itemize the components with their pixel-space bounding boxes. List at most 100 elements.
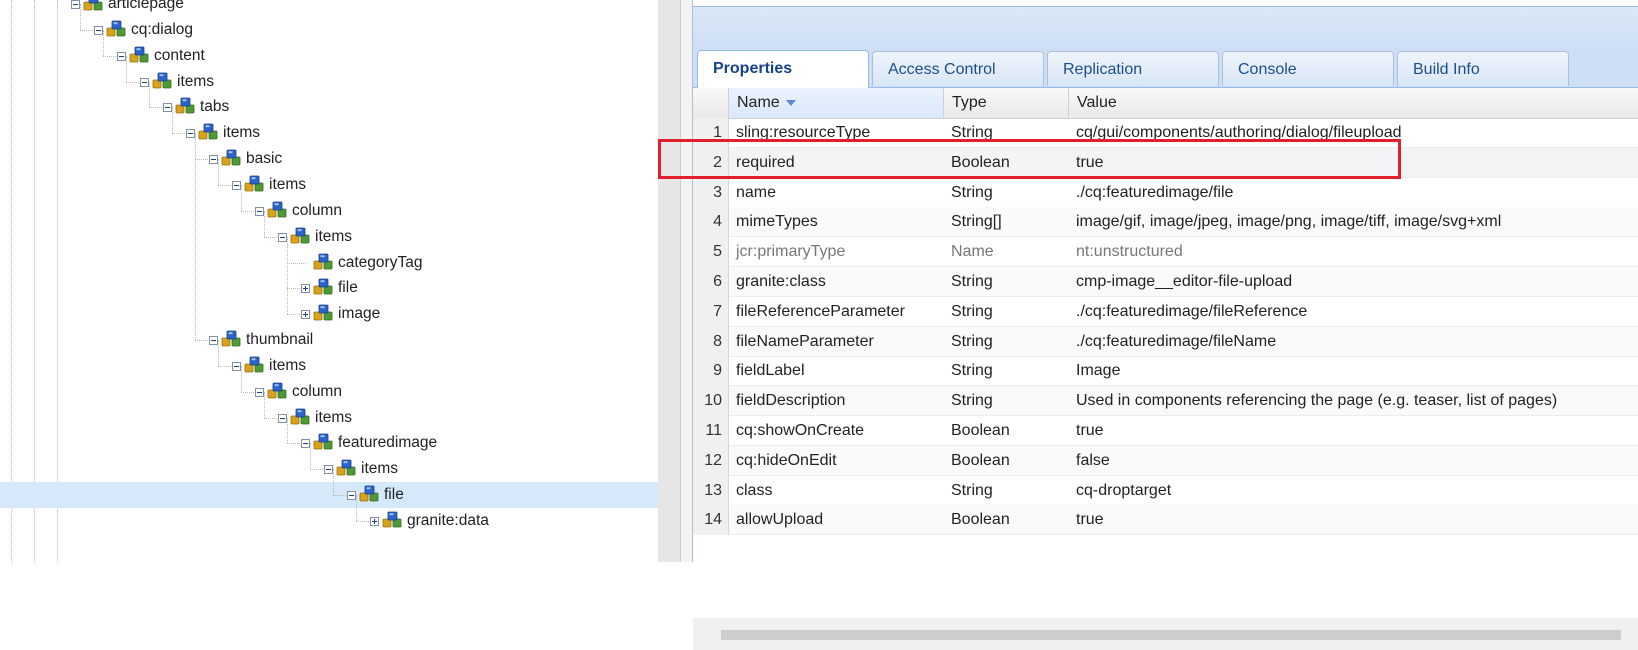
- collapse-icon[interactable]: [140, 77, 149, 87]
- tree-node[interactable]: items: [139, 69, 399, 95]
- node-icon: [129, 46, 151, 64]
- tree-node[interactable]: column: [254, 198, 514, 224]
- collapse-icon[interactable]: [278, 413, 287, 423]
- tree-node[interactable]: items: [277, 405, 537, 431]
- collapse-icon[interactable]: [278, 232, 287, 242]
- collapse-icon[interactable]: [209, 155, 218, 165]
- grid-row[interactable]: 11 cq:showOnCreate Boolean true: [693, 416, 1638, 446]
- tree-node[interactable]: items: [277, 224, 537, 250]
- row-number: 10: [693, 386, 729, 417]
- node-icon: [267, 201, 289, 219]
- property-value: Image: [1076, 362, 1121, 380]
- tree-node[interactable]: image: [300, 301, 560, 327]
- tree-node[interactable]: articlepage: [70, 0, 330, 17]
- tree-node[interactable]: tabs: [162, 94, 422, 120]
- tree-node[interactable]: column: [254, 379, 514, 405]
- row-number: 3: [693, 177, 729, 208]
- node-icon: [267, 382, 289, 400]
- tree-guide-line: [287, 262, 288, 289]
- repository-tree[interactable]: articlepage cq:dialog content items tabs item…: [0, 0, 658, 562]
- collapse-icon[interactable]: [209, 336, 218, 346]
- expand-icon[interactable]: [301, 284, 310, 294]
- tree-guide-line: [103, 29, 104, 56]
- grid-row[interactable]: 3 name String ./cq:featuredimage/file: [693, 177, 1638, 208]
- collapse-icon[interactable]: [186, 129, 195, 139]
- property-value: false: [1076, 451, 1110, 469]
- tree-node[interactable]: basic: [208, 146, 468, 172]
- collapse-icon[interactable]: [163, 103, 172, 113]
- property-name: cq:showOnCreate: [736, 422, 865, 439]
- tree-node[interactable]: categoryTag: [300, 250, 560, 276]
- tab-replication[interactable]: Replication: [1047, 51, 1219, 86]
- grid-header: Name Type Value: [693, 88, 1638, 119]
- collapse-icon[interactable]: [71, 0, 80, 9]
- tab-build-info[interactable]: Build Info: [1397, 51, 1569, 86]
- grid-row[interactable]: 6 granite:class String cmp-image__editor-fi…: [693, 267, 1638, 297]
- grid-row[interactable]: 10 fieldDescription String Used in componen…: [693, 386, 1638, 417]
- row-number: 12: [693, 445, 729, 476]
- collapse-icon[interactable]: [232, 361, 241, 371]
- property-type: String: [951, 392, 993, 410]
- grid-row[interactable]: 9 fieldLabel String Image: [693, 356, 1638, 387]
- tree-node[interactable]: content: [116, 43, 376, 69]
- collapse-icon[interactable]: [117, 51, 126, 61]
- node-icon: [83, 0, 105, 12]
- grid-row[interactable]: 4 mimeTypes String[] image/gif, image/jpeg,…: [693, 207, 1638, 238]
- collapse-icon[interactable]: [324, 465, 333, 475]
- tree-node-label: file: [384, 486, 404, 504]
- grid-row[interactable]: 5 jcr:primaryType Name nt:unstructured: [693, 237, 1638, 268]
- collapse-icon[interactable]: [347, 491, 356, 501]
- name-column-header[interactable]: Name: [729, 88, 944, 118]
- expand-icon[interactable]: [370, 517, 379, 526]
- tree-node[interactable]: granite:data: [369, 508, 629, 534]
- grid-row[interactable]: 8 fileNameParameter String ./cq:featuredima…: [693, 326, 1638, 357]
- tree-guide-line: [195, 133, 196, 160]
- property-name: class: [736, 481, 773, 499]
- property-value: image/gif, image/jpeg, image/png, image/…: [1076, 213, 1502, 231]
- collapse-icon[interactable]: [301, 439, 310, 449]
- tree-node-label: image: [338, 305, 381, 323]
- value-column-header[interactable]: Value: [1069, 88, 1638, 118]
- tree-node[interactable]: featuredimage: [300, 430, 560, 456]
- tree-node-label: thumbnail: [246, 331, 314, 349]
- tree-node[interactable]: file: [300, 275, 560, 301]
- node-icon: [382, 511, 404, 529]
- panel-header: [693, 7, 1638, 48]
- type-column-header[interactable]: Type: [944, 88, 1069, 118]
- tree-node-label: granite:data: [407, 512, 489, 529]
- tree-node[interactable]: cq:dialog: [93, 17, 353, 43]
- tree-node[interactable]: thumbnail: [208, 327, 468, 353]
- tab-access-control[interactable]: Access Control: [872, 51, 1044, 86]
- collapse-icon[interactable]: [255, 206, 264, 216]
- property-value: cmp-image__editor-file-upload: [1076, 273, 1293, 290]
- scrollbar-thumb[interactable]: [721, 630, 1621, 640]
- tree-guide-line: [218, 340, 219, 366]
- panel-splitter[interactable]: [658, 0, 680, 562]
- horizontal-scrollbar[interactable]: [693, 618, 1638, 650]
- tree-node[interactable]: items: [231, 172, 491, 198]
- node-icon: [313, 433, 335, 451]
- collapse-icon[interactable]: [232, 180, 241, 190]
- tree-guide-line: [287, 236, 288, 263]
- sort-descending-icon: [785, 99, 796, 106]
- property-type: Boolean: [951, 422, 1010, 439]
- property-type: String: [951, 273, 993, 290]
- grid-row[interactable]: 12 cq:hideOnEdit Boolean false: [693, 445, 1638, 476]
- tree-node[interactable]: file: [346, 482, 606, 508]
- grid-row[interactable]: 14 allowUpload Boolean true: [693, 505, 1638, 536]
- grid-row[interactable]: 7 fileReferenceParameter String ./cq:featur…: [693, 296, 1638, 327]
- tree-node[interactable]: items: [323, 456, 583, 482]
- expand-icon[interactable]: [301, 310, 310, 320]
- collapse-icon[interactable]: [255, 387, 264, 397]
- tree-node[interactable]: items: [185, 120, 445, 146]
- grid-row[interactable]: 13 class String cq-droptarget: [693, 475, 1638, 506]
- tree-guide-line: [264, 391, 265, 418]
- property-name: fieldLabel: [736, 362, 805, 380]
- tree-node-label: items: [269, 175, 307, 193]
- tree-node[interactable]: items: [231, 353, 491, 379]
- tab-properties[interactable]: Properties: [697, 50, 869, 88]
- tab-console[interactable]: Console: [1222, 51, 1394, 86]
- collapse-icon[interactable]: [94, 25, 103, 35]
- tree-node-label: file: [338, 279, 358, 297]
- property-type: String: [951, 332, 993, 350]
